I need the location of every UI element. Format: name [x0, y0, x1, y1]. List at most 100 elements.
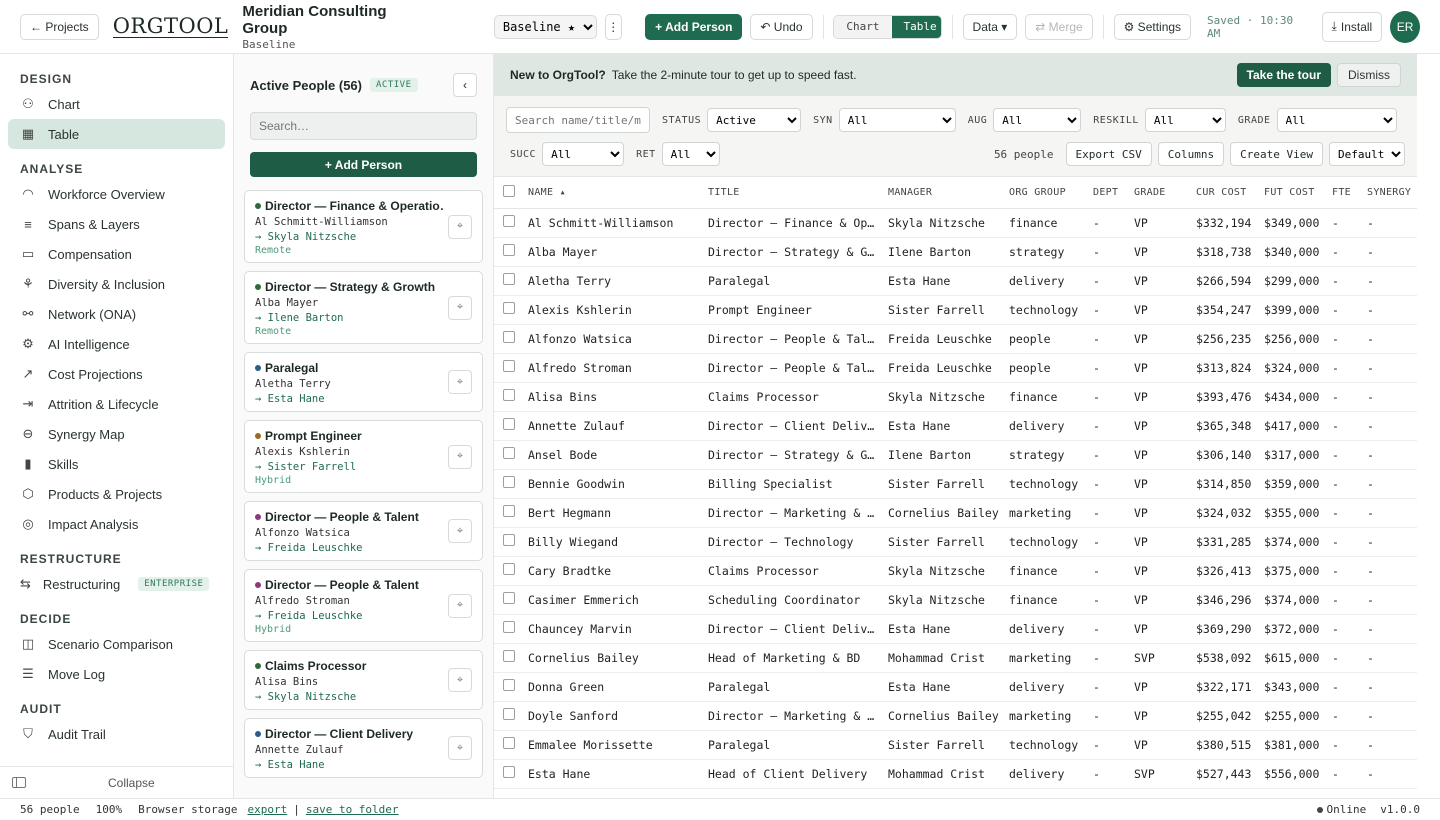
user-avatar[interactable]: ER	[1390, 10, 1420, 43]
person-card[interactable]: Director — People & Talent Alfredo Stroma…	[244, 569, 483, 642]
table-search-input[interactable]	[506, 107, 650, 133]
row-checkbox[interactable]	[503, 331, 515, 343]
table-row[interactable]: Billy Wiegand Director — Technology Sister…	[494, 527, 1417, 557]
view-select[interactable]: Default	[1329, 142, 1405, 166]
table-row[interactable]: Cary Bradtke Claims Processor Skyla Nitzsc…	[494, 556, 1417, 586]
merge-button[interactable]: ⇄ Merge	[1025, 13, 1093, 40]
sidebar-item-network-ona[interactable]: ⚯ Network (ONA)	[8, 299, 225, 329]
locate-person-button[interactable]: ⌖	[448, 295, 472, 320]
reskill-filter[interactable]: All	[1144, 108, 1226, 132]
export-csv-button[interactable]: Export CSV	[1065, 142, 1152, 166]
data-menu-button[interactable]: Data ▾	[962, 13, 1018, 40]
locate-person-button[interactable]: ⌖	[448, 444, 472, 469]
view-table-tab[interactable]: Table	[891, 15, 941, 38]
grade-filter[interactable]: All	[1276, 108, 1397, 132]
row-checkbox[interactable]	[503, 621, 515, 633]
person-card[interactable]: Director — Finance & Operatio… Al Schmitt…	[244, 190, 483, 263]
sidebar-item-chart[interactable]: ⚇ Chart	[8, 89, 225, 119]
add-person-button[interactable]: + Add Person	[645, 13, 743, 40]
column-header[interactable]: CUR COST	[1192, 177, 1260, 209]
column-header[interactable]: MANAGER	[884, 177, 1005, 209]
scenario-select[interactable]: Baseline ★	[493, 14, 597, 39]
sidebar-item-spans-layers[interactable]: ≡ Spans & Layers	[8, 209, 225, 239]
collapse-panel-button[interactable]: ‹	[453, 73, 477, 97]
dismiss-button[interactable]: Dismiss	[1337, 63, 1401, 87]
locate-person-button[interactable]: ⌖	[448, 519, 472, 543]
panel-add-person-button[interactable]: + Add Person	[250, 152, 477, 177]
succ-filter[interactable]: All	[542, 142, 625, 166]
sidebar-item-synergy-map[interactable]: ⊖ Synergy Map	[8, 419, 225, 449]
sidebar-item-impact-analysis[interactable]: ◎ Impact Analysis	[8, 509, 225, 539]
install-button[interactable]: ⤓ Install	[1321, 11, 1383, 42]
column-header[interactable]: ORG GROUP	[1005, 177, 1089, 209]
locate-person-button[interactable]: ⌖	[448, 668, 472, 692]
row-checkbox[interactable]	[503, 360, 515, 372]
person-card[interactable]: Director — Client Delivery Annette Zulauf…	[244, 718, 483, 778]
row-checkbox[interactable]	[503, 679, 515, 691]
table-row[interactable]: Alfonzo Watsica Director — People & Tal… F…	[494, 324, 1417, 354]
columns-button[interactable]: Columns	[1157, 142, 1225, 166]
person-card[interactable]: Paralegal Aletha Terry → Esta Hane ⌖	[244, 352, 483, 412]
person-card[interactable]: Claims Processor Alisa Bins → Skyla Nitzsc…	[244, 650, 483, 710]
column-header[interactable]: NAME ▴	[524, 177, 704, 209]
table-row[interactable]: Annette Zulauf Director — Client Deliv… Es…	[494, 411, 1417, 441]
sidebar-item-attrition-lifecycle[interactable]: ⇥ Attrition & Lifecycle	[8, 389, 225, 419]
sidebar-item-skills[interactable]: ▮ Skills	[8, 449, 225, 479]
locate-person-button[interactable]: ⌖	[448, 736, 472, 760]
table-row[interactable]: Bennie Goodwin Billing Specialist Sister F…	[494, 469, 1417, 499]
row-checkbox[interactable]	[503, 534, 515, 546]
row-checkbox[interactable]	[503, 273, 515, 285]
view-chart-tab[interactable]: Chart	[834, 15, 892, 38]
row-checkbox[interactable]	[503, 302, 515, 314]
sidebar-item-table[interactable]: ▦ Table	[8, 119, 225, 149]
column-header[interactable]: SYNERGY	[1363, 177, 1417, 209]
row-checkbox[interactable]	[503, 650, 515, 662]
column-header[interactable]: FTE	[1328, 177, 1363, 209]
aug-filter[interactable]: All	[993, 108, 1082, 132]
person-card[interactable]: Prompt Engineer Alexis Kshlerin → Sister F…	[244, 420, 483, 493]
sidebar-item-workforce-overview[interactable]: ◠ Workforce Overview	[8, 179, 225, 209]
export-link[interactable]: export	[247, 803, 287, 816]
ret-filter[interactable]: All	[661, 142, 720, 166]
save-to-folder-link[interactable]: save to folder	[306, 803, 399, 816]
column-header[interactable]: TITLE	[704, 177, 884, 209]
table-row[interactable]: Aletha Terry Paralegal Esta Hane delivery - V…	[494, 266, 1417, 296]
settings-button[interactable]: ⚙ Settings	[1113, 13, 1192, 40]
row-checkbox[interactable]	[503, 505, 515, 517]
sidebar-item-cost-projections[interactable]: ↗ Cost Projections	[8, 359, 225, 389]
row-checkbox[interactable]	[503, 766, 515, 778]
projects-back-button[interactable]: ← Projects	[20, 13, 99, 40]
locate-person-button[interactable]: ⌖	[448, 214, 472, 239]
table-row[interactable]: Alfredo Stroman Director — People & Tal… F…	[494, 353, 1417, 383]
sidebar-item-scenario-comparison[interactable]: ◫ Scenario Comparison	[8, 629, 225, 659]
sidebar-item-compensation[interactable]: ▭ Compensation	[8, 239, 225, 269]
locate-person-button[interactable]: ⌖	[448, 370, 472, 394]
sidebar-item-products-projects[interactable]: ⬡ Products & Projects	[8, 479, 225, 509]
sidebar-item-restructuring[interactable]: ⇆ Restructuring ENTERPRISE	[8, 569, 225, 599]
sidebar-item-ai-intelligence[interactable]: ⚙ AI Intelligence	[8, 329, 225, 359]
column-header[interactable]: DEPT	[1089, 177, 1130, 209]
person-card[interactable]: Director — Strategy & Growth Alba Mayer → …	[244, 271, 483, 344]
table-row[interactable]: Alisa Bins Claims Processor Skyla Nitzsche…	[494, 382, 1417, 412]
undo-button[interactable]: ↶ Undo	[750, 13, 813, 40]
row-checkbox[interactable]	[503, 737, 515, 749]
table-row[interactable]: Emmalee Morissette Paralegal Sister Farrel…	[494, 730, 1417, 760]
row-checkbox[interactable]	[503, 215, 515, 227]
row-checkbox[interactable]	[503, 476, 515, 488]
row-checkbox[interactable]	[503, 244, 515, 256]
row-checkbox[interactable]	[503, 563, 515, 575]
sidebar-item-diversity-inclusion[interactable]: ⚘ Diversity & Inclusion	[8, 269, 225, 299]
take-tour-button[interactable]: Take the tour	[1236, 63, 1331, 87]
row-checkbox[interactable]	[503, 389, 515, 401]
table-row[interactable]: Doyle Sanford Director — Marketing & … Cor…	[494, 701, 1417, 731]
sidebar-item-audit-trail[interactable]: ⛉ Audit Trail	[8, 719, 225, 749]
row-checkbox[interactable]	[503, 447, 515, 459]
table-row[interactable]: Al Schmitt-Williamson Director — Finance …	[494, 208, 1417, 238]
row-checkbox[interactable]	[503, 418, 515, 430]
select-all-checkbox[interactable]	[503, 184, 515, 197]
column-header[interactable]: FUT COST	[1260, 177, 1328, 209]
table-row[interactable]: Ansel Bode Director — Strategy & G… Ilene …	[494, 440, 1417, 470]
sidebar-item-move-log[interactable]: ☰ Move Log	[8, 659, 225, 689]
syn-filter[interactable]: All	[838, 108, 956, 132]
row-checkbox[interactable]	[503, 708, 515, 720]
